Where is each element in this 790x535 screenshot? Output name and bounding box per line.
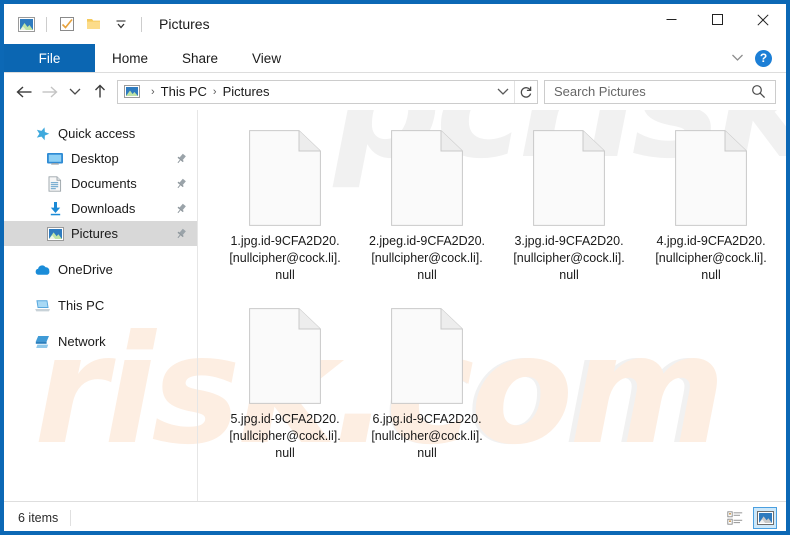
blank-file-icon [533,130,605,226]
file-item[interactable]: 4.jpg.id-9CFA2D20.[nullcipher@cock.li].n… [640,122,782,300]
breadcrumb-this-pc[interactable]: This PC [161,84,207,99]
downloads-icon [45,200,65,218]
onedrive-icon [32,261,52,279]
ribbon-tab-bar: File Home Share View ? [4,44,786,73]
sidebar-gap-3 [4,318,197,329]
maximize-button[interactable] [694,4,740,35]
tab-view[interactable]: View [235,44,298,72]
file-name-label: 3.jpg.id-9CFA2D20.[nullcipher@cock.li].n… [513,234,625,282]
sidebar-label-quick-access: Quick access [58,126,136,141]
address-pictures-icon [118,85,145,98]
refresh-icon[interactable] [515,81,537,103]
desktop-icon [45,150,65,168]
new-folder-icon[interactable] [84,14,104,34]
close-button[interactable] [740,4,786,35]
file-explorer-window: pcrisk com risk.com [0,0,790,535]
sidebar-label-pictures: Pictures [71,226,118,241]
file-item[interactable]: 5.jpg.id-9CFA2D20.[nullcipher@cock.li].n… [214,300,356,478]
documents-icon [45,175,65,193]
tab-share[interactable]: Share [165,44,235,72]
search-icon[interactable] [747,84,775,99]
toolbar-divider-2 [141,16,142,32]
star-icon [32,125,52,143]
pin-icon[interactable] [175,203,187,215]
search-input[interactable] [545,83,747,100]
file-item[interactable]: 6.jpg.id-9CFA2D20.[nullcipher@cock.li].n… [356,300,498,478]
navigation-pane: Quick access Desktop Documents Downloads… [4,110,198,501]
address-dropdown-icon[interactable] [492,81,514,103]
status-bar: 6 items [4,501,786,531]
file-item[interactable]: 3.jpg.id-9CFA2D20.[nullcipher@cock.li].n… [498,122,640,300]
blank-file-icon [675,130,747,226]
pin-icon[interactable] [175,178,187,190]
sidebar-label-downloads: Downloads [71,201,136,216]
details-view-button[interactable] [723,507,747,529]
sidebar-label-desktop: Desktop [71,151,119,166]
tab-home[interactable]: Home [95,44,165,72]
sidebar-label-onedrive: OneDrive [58,262,113,277]
large-icons-view-button[interactable] [753,506,777,529]
expand-ribbon-icon[interactable] [731,49,744,67]
title-bar: Pictures [4,4,786,44]
sidebar-item-documents[interactable]: Documents [4,171,197,196]
quick-access-toolbar: Pictures [4,4,210,44]
help-button[interactable]: ? [755,49,772,67]
sidebar-item-onedrive[interactable]: OneDrive [4,257,197,282]
status-divider [70,509,72,526]
tab-file[interactable]: File [4,44,95,72]
sidebar-item-downloads[interactable]: Downloads [4,196,197,221]
pictures-icon [45,225,65,243]
view-mode-buttons [723,506,777,529]
minimize-button[interactable] [648,4,694,35]
sidebar-item-pictures[interactable]: Pictures [4,221,197,246]
sidebar-label-documents: Documents [71,176,137,191]
file-name-label: 6.jpg.id-9CFA2D20.[nullcipher@cock.li].n… [371,412,483,460]
sidebar-item-quick-access[interactable]: Quick access [4,121,197,146]
network-icon [32,333,52,351]
sidebar-item-network[interactable]: Network [4,329,197,354]
file-name-label: 1.jpg.id-9CFA2D20.[nullcipher@cock.li].n… [229,234,341,282]
file-name-label: 4.jpg.id-9CFA2D20.[nullcipher@cock.li].n… [655,234,767,282]
sidebar-item-this-pc[interactable]: This PC [4,293,197,318]
blank-file-icon [249,130,321,226]
file-item[interactable]: 1.jpg.id-9CFA2D20.[nullcipher@cock.li].n… [214,122,356,300]
this-pc-icon [32,297,52,315]
sidebar-label-this-pc: This PC [58,298,105,313]
pin-icon[interactable] [175,228,187,240]
window-title: Pictures [159,16,210,32]
search-box[interactable] [544,79,776,104]
forward-button[interactable] [37,79,62,104]
file-name-label: 5.jpg.id-9CFA2D20.[nullcipher@cock.li].n… [229,412,341,460]
sidebar-label-network: Network [58,334,106,349]
address-bar[interactable]: › This PC › Pictures [117,79,538,104]
customize-dropdown-icon[interactable] [111,14,131,34]
blank-file-icon [391,308,463,404]
sidebar-gap-2 [4,282,197,293]
file-grid: 1.jpg.id-9CFA2D20.[nullcipher@cock.li].n… [214,122,786,478]
file-name-label: 2.jpeg.id-9CFA2D20.[nullcipher@cock.li].… [368,234,486,282]
window-controls [648,4,786,44]
back-button[interactable] [12,79,37,104]
item-count-label: 6 items [18,510,59,525]
file-list-pane[interactable]: 1.jpg.id-9CFA2D20.[nullcipher@cock.li].n… [198,110,786,501]
sidebar-item-desktop[interactable]: Desktop [4,146,197,171]
blank-file-icon [391,130,463,226]
sidebar-gap-1 [4,246,197,257]
pictures-folder-icon[interactable] [16,14,36,34]
up-button[interactable] [87,79,112,104]
file-item[interactable]: 2.jpeg.id-9CFA2D20.[nullcipher@cock.li].… [356,122,498,300]
breadcrumb-separator-1: › [151,85,155,98]
navigation-bar: › This PC › Pictures [4,73,786,110]
ribbon-right-controls: ? [731,44,786,72]
breadcrumb-separator-2: › [212,85,217,98]
blank-file-icon [249,308,321,404]
breadcrumb-pictures[interactable]: Pictures [223,84,270,99]
explorer-body: Quick access Desktop Documents Downloads… [4,110,786,501]
pin-icon[interactable] [175,153,187,165]
recent-locations-button[interactable] [62,79,87,104]
properties-icon[interactable] [57,14,77,34]
toolbar-divider-1 [46,16,47,32]
